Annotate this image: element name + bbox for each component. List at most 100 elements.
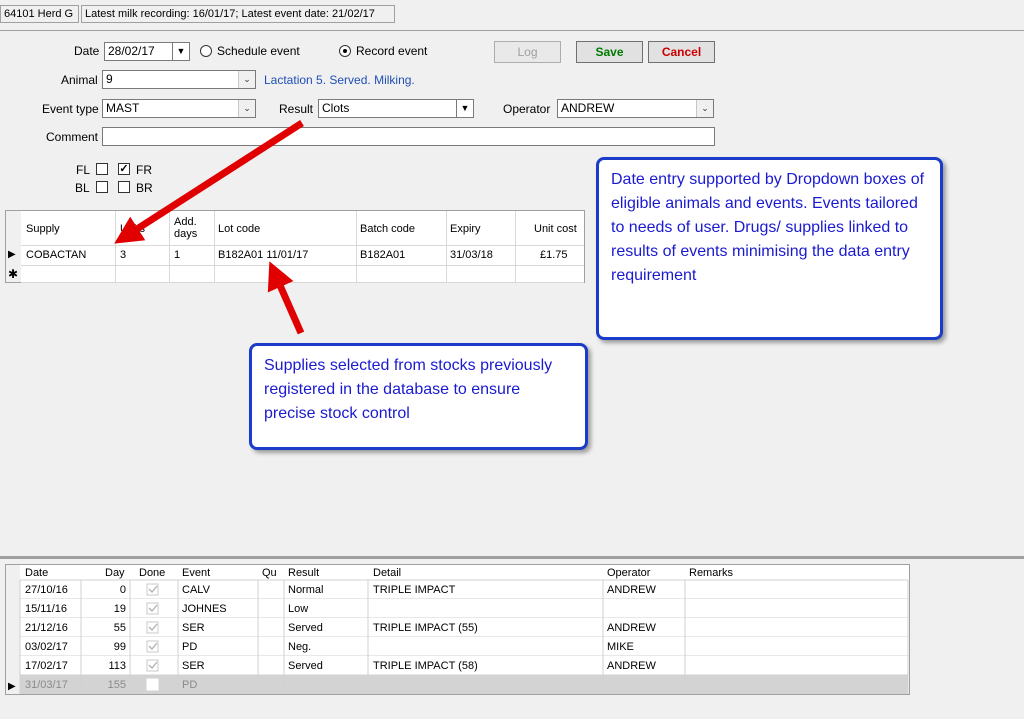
animal-info: Lactation 5. Served. Milking. — [264, 73, 415, 87]
date-cell[interactable]: 21/12/16 — [25, 622, 68, 634]
schedule-event-label[interactable]: Schedule event — [217, 44, 300, 58]
record-event-radio[interactable] — [339, 45, 351, 57]
chevron-down-icon[interactable]: ⌄ — [238, 71, 255, 88]
save-button[interactable]: Save — [576, 41, 643, 63]
chevron-down-icon[interactable]: ⌄ — [238, 100, 255, 117]
chevron-down-icon[interactable]: ▼ — [456, 100, 473, 117]
result-cell[interactable]: Low — [288, 603, 308, 615]
herd-status: 64101 Herd G — [0, 5, 79, 23]
date-cell[interactable]: 17/02/17 — [25, 660, 68, 672]
detail-cell[interactable]: TRIPLE IMPACT (55) — [373, 622, 478, 634]
result-cell[interactable]: Normal — [288, 584, 323, 596]
quarter-checkbox-fr[interactable]: ✓ — [118, 163, 130, 175]
col-header-unit-cost[interactable]: Unit cost — [534, 223, 577, 235]
grid-line — [356, 211, 357, 282]
col-header-expiry[interactable]: Expiry — [450, 223, 481, 235]
date-value: 28/02/17 — [108, 44, 155, 58]
result-cell[interactable]: Neg. — [288, 641, 311, 653]
event-type-label: Event type — [42, 102, 99, 116]
date-cell[interactable]: 03/02/17 — [25, 641, 68, 653]
event-cell[interactable]: SER — [182, 622, 205, 634]
col-header-units[interactable]: Units — [120, 223, 145, 235]
date-picker[interactable]: 28/02/17 ▼ — [104, 42, 190, 61]
event-cell[interactable]: PD — [182, 679, 197, 691]
col-header-supply[interactable]: Supply — [26, 223, 60, 235]
col-header-add-days[interactable]: Add. days — [174, 216, 208, 240]
quarter-label-fr: FR — [136, 163, 152, 177]
col-header-lot-code[interactable]: Lot code — [218, 223, 260, 235]
quarter-checkbox-br[interactable] — [118, 181, 130, 193]
new-row-icon: ✱ — [8, 267, 19, 281]
animal-value: 9 — [106, 72, 113, 86]
callout-supplies: Supplies selected from stocks previously… — [249, 343, 588, 450]
batch-code-cell[interactable]: B182A01 — [360, 249, 405, 261]
day-cell[interactable]: 155 — [108, 679, 126, 691]
operator-value: ANDREW — [561, 101, 615, 115]
date-cell[interactable]: 31/03/17 — [25, 679, 68, 691]
lot-code-cell[interactable]: B182A01 11/01/17 — [218, 249, 308, 261]
day-cell[interactable]: 113 — [108, 660, 126, 672]
quarter-label-fl: FL — [76, 163, 91, 177]
grid-line — [21, 265, 584, 266]
schedule-event-radio[interactable] — [200, 45, 212, 57]
animal-label: Animal — [61, 73, 98, 87]
log-button[interactable]: Log — [494, 41, 561, 63]
event-type-select[interactable]: MAST ⌄ — [102, 99, 256, 118]
result-label: Result — [279, 102, 314, 116]
supply-cell[interactable]: COBACTAN — [26, 249, 86, 261]
event-cell[interactable]: SER — [182, 660, 205, 672]
operator-cell[interactable]: ANDREW — [607, 660, 657, 672]
day-cell[interactable]: 55 — [114, 622, 126, 634]
row-header-column — [6, 565, 20, 694]
result-cell[interactable]: Served — [288, 622, 323, 634]
date-cell[interactable]: 27/10/16 — [25, 584, 68, 596]
detail-cell[interactable]: TRIPLE IMPACT — [373, 584, 456, 596]
detail-cell[interactable]: TRIPLE IMPACT (58) — [373, 660, 478, 672]
day-cell[interactable]: 19 — [114, 603, 126, 615]
cancel-button[interactable]: Cancel — [648, 41, 715, 63]
quarter-checkbox-fl[interactable] — [96, 163, 108, 175]
operator-select[interactable]: ANDREW ⌄ — [557, 99, 714, 118]
event-cell[interactable]: PD — [182, 641, 197, 653]
callout-data-entry: Date entry supported by Dropdown boxes o… — [596, 157, 943, 340]
chevron-down-icon[interactable]: ▼ — [172, 43, 189, 60]
date-cell[interactable]: 15/11/16 — [25, 603, 67, 615]
grid-line — [169, 211, 170, 282]
day-cell[interactable]: 0 — [120, 584, 126, 596]
day-cell[interactable]: 99 — [114, 641, 126, 653]
result-select[interactable]: Clots ▼ — [318, 99, 474, 118]
operator-cell[interactable]: ANDREW — [607, 584, 657, 596]
grid-line — [21, 245, 584, 246]
supplies-grid[interactable]: Supply Units Add. days Lot code Batch co… — [5, 210, 585, 283]
quarter-checkbox-bl[interactable] — [96, 181, 108, 193]
status-bar: 64101 Herd G Latest milk recording: 16/0… — [0, 0, 1024, 27]
result-value: Clots — [322, 101, 350, 115]
quarter-label-bl: BL — [75, 181, 90, 195]
units-cell[interactable]: 3 — [120, 249, 126, 261]
operator-label: Operator — [503, 102, 551, 116]
events-grid-body: 27/10/16 0 CALV Normal TRIPLE IMPACT ANDREW 15… — [6, 565, 909, 694]
event-cell[interactable]: CALV — [182, 584, 211, 596]
operator-cell[interactable]: ANDREW — [607, 622, 657, 634]
done-checkbox[interactable] — [146, 678, 159, 691]
grid-line — [515, 211, 516, 282]
col-header-batch-code[interactable]: Batch code — [360, 223, 415, 235]
grid-line — [446, 211, 447, 282]
expiry-cell[interactable]: 31/03/18 — [450, 249, 493, 261]
operator-cell[interactable]: MIKE — [607, 641, 634, 653]
event-cell[interactable]: JOHNES — [182, 603, 227, 615]
chevron-down-icon[interactable]: ⌄ — [696, 100, 713, 117]
record-event-label[interactable]: Record event — [356, 44, 427, 58]
add-days-cell[interactable]: 1 — [174, 249, 180, 261]
grid-line — [115, 211, 116, 282]
comment-label: Comment — [46, 130, 99, 144]
quarter-label-br: BR — [136, 181, 153, 195]
unit-cost-cell[interactable]: £1.75 — [540, 249, 568, 261]
comment-input[interactable] — [102, 127, 715, 146]
date-label: Date — [74, 44, 100, 58]
result-cell[interactable]: Served — [288, 660, 323, 672]
panel-splitter[interactable] — [0, 556, 1024, 559]
animal-select[interactable]: 9 ⌄ — [102, 70, 256, 89]
current-row-indicator-icon: ▶ — [8, 249, 16, 260]
events-history-grid[interactable]: Date Day Done Event Qu Result Detail Ope… — [5, 564, 910, 695]
